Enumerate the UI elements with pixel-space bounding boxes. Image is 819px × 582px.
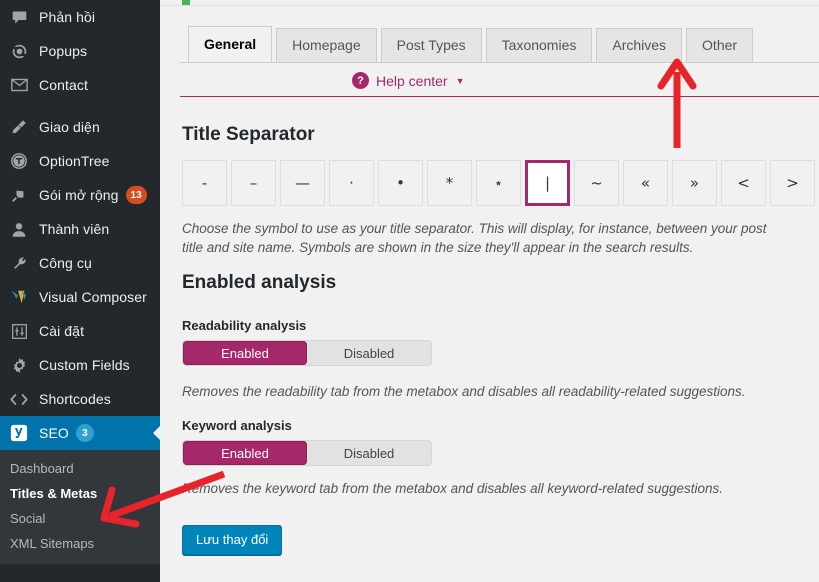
separator-option-less-than[interactable]: <	[721, 160, 766, 206]
wrench-icon	[8, 253, 30, 273]
popups-icon	[8, 41, 30, 61]
settings-sliders-icon	[8, 321, 30, 341]
save-changes-button[interactable]: Lưu thay đổi	[182, 525, 283, 555]
tab-homepage[interactable]: Homepage	[276, 28, 377, 63]
readability-analysis-label: Readability analysis	[182, 318, 307, 333]
top-divider	[160, 5, 819, 6]
readability-disabled-option[interactable]: Disabled	[307, 341, 431, 365]
tabs-underline	[180, 62, 819, 63]
appearance-brush-icon	[8, 117, 30, 137]
keyword-analysis-toggle[interactable]: Enabled Disabled	[182, 440, 432, 466]
visual-composer-icon	[8, 287, 30, 307]
tab-other[interactable]: Other	[686, 28, 754, 63]
sidebar-item-popups[interactable]: Popups	[0, 34, 160, 68]
readability-analysis-toggle[interactable]: Enabled Disabled	[182, 340, 432, 366]
gear-icon	[8, 355, 30, 375]
sidebar-badge-count: 13	[125, 186, 147, 204]
comment-icon	[8, 7, 30, 27]
chevron-down-icon: ▼	[455, 75, 465, 86]
title-separator-options: - – — · • * ⋆ | ~ « » < >	[182, 160, 819, 206]
sidebar-item-seo[interactable]: SEO 3	[0, 416, 160, 450]
sidebar-item-cai-dat[interactable]: Cài đặt	[0, 314, 160, 348]
readability-analysis-description: Removes the readability tab from the met…	[182, 384, 746, 399]
optiontree-icon	[8, 151, 30, 171]
sidebar-subitem-xml-sitemaps[interactable]: XML Sitemaps	[0, 531, 160, 556]
sidebar-item-thanh-vien[interactable]: Thành viên	[0, 212, 160, 246]
keyword-analysis-label: Keyword analysis	[182, 418, 292, 433]
main-content: General Homepage Post Types Taxonomies A…	[160, 0, 819, 582]
help-center-divider	[180, 96, 819, 97]
help-center-toggle[interactable]: ? Help center ▼	[352, 72, 465, 89]
keyword-enabled-option[interactable]: Enabled	[183, 441, 307, 465]
tab-post-types[interactable]: Post Types	[380, 28, 482, 63]
user-icon	[8, 219, 30, 239]
sidebar-item-optiontree[interactable]: OptionTree	[0, 144, 160, 178]
keyword-disabled-option[interactable]: Disabled	[307, 441, 431, 465]
settings-tabs: General Homepage Post Types Taxonomies A…	[188, 26, 757, 63]
tab-taxonomies[interactable]: Taxonomies	[485, 28, 593, 63]
keyword-analysis-description: Removes the keyword tab from the metabox…	[182, 481, 724, 496]
sidebar-item-cong-cu[interactable]: Công cụ	[0, 246, 160, 280]
sidebar-item-giao-dien[interactable]: Giao diện	[0, 110, 160, 144]
separator-option-middle-dot[interactable]: ·	[329, 160, 374, 206]
sidebar-item-goi-mo-rong[interactable]: Gói mở rộng 13	[0, 178, 160, 212]
sidebar-item-label: Giao diện	[39, 119, 100, 135]
tab-general[interactable]: General	[188, 26, 273, 62]
sidebar-subitem-dashboard[interactable]: Dashboard	[0, 456, 160, 481]
sidebar-item-label: Thành viên	[39, 221, 110, 237]
separator-option-em-dash[interactable]: —	[280, 160, 325, 206]
envelope-icon	[8, 75, 30, 95]
sidebar-item-label: Popups	[39, 43, 88, 59]
help-center-label: Help center	[376, 72, 448, 89]
sidebar-item-label: Shortcodes	[39, 391, 111, 407]
sidebar-item-contact[interactable]: Contact	[0, 68, 160, 102]
plugin-icon	[8, 185, 30, 205]
readability-enabled-option[interactable]: Enabled	[183, 341, 307, 365]
sidebar-item-label: OptionTree	[39, 153, 110, 169]
title-separator-heading: Title Separator	[182, 124, 315, 145]
sidebar-item-label: SEO	[39, 425, 69, 441]
sidebar-item-label: Gói mở rộng	[39, 187, 119, 203]
sidebar-item-phan-hoi[interactable]: Phản hồi	[0, 0, 160, 34]
separator-option-right-double-angle[interactable]: »	[672, 160, 717, 206]
sidebar-item-label: Công cụ	[39, 255, 92, 271]
sidebar-item-label: Cài đặt	[39, 323, 85, 339]
separator-option-asterisk[interactable]: *	[427, 160, 472, 206]
sidebar-item-label: Visual Composer	[39, 289, 147, 305]
question-mark-icon: ?	[352, 72, 369, 89]
code-brackets-icon	[8, 389, 30, 409]
separator-option-greater-than[interactable]: >	[770, 160, 815, 206]
sidebar-subitem-social[interactable]: Social	[0, 506, 160, 531]
sidebar-badge-count: 3	[75, 424, 94, 442]
enabled-analysis-heading: Enabled analysis	[182, 272, 337, 293]
sidebar-item-shortcodes[interactable]: Shortcodes	[0, 382, 160, 416]
sidebar-item-custom-fields[interactable]: Custom Fields	[0, 348, 160, 382]
sidebar-item-label: Contact	[39, 77, 88, 93]
separator-option-bullet[interactable]: •	[378, 160, 423, 206]
sidebar-subitem-titles-metas[interactable]: Titles & Metas	[0, 481, 160, 506]
sidebar-item-visual-composer[interactable]: Visual Composer	[0, 280, 160, 314]
title-separator-description: Choose the symbol to use as your title s…	[182, 221, 767, 255]
separator-option-vertical-bar[interactable]: |	[525, 160, 570, 206]
sidebar-item-label: Phản hồi	[39, 9, 96, 25]
tab-archives[interactable]: Archives	[596, 28, 683, 63]
separator-option-hyphen[interactable]: -	[182, 160, 227, 206]
separator-option-left-double-angle[interactable]: «	[623, 160, 668, 206]
sidebar-divider	[0, 102, 160, 110]
sidebar-item-label: Custom Fields	[39, 357, 130, 373]
separator-option-en-dash[interactable]: –	[231, 160, 276, 206]
screen: Phản hồi Popups Contact Giao diện Option…	[0, 0, 819, 582]
separator-option-star-operator[interactable]: ⋆	[476, 160, 521, 206]
sidebar-submenu-seo: Dashboard Titles & Metas Social XML Site…	[0, 450, 160, 564]
separator-option-tilde[interactable]: ~	[574, 160, 619, 206]
admin-sidebar: Phản hồi Popups Contact Giao diện Option…	[0, 0, 160, 582]
yoast-seo-icon	[8, 423, 30, 443]
